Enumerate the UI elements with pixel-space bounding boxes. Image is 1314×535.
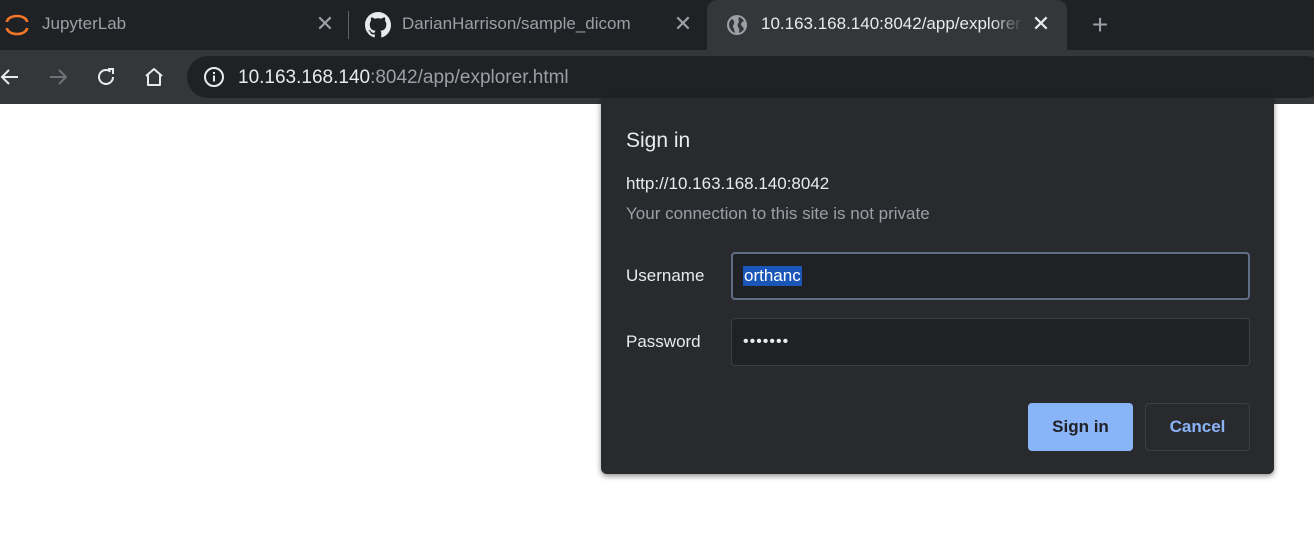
username-value: orthanc — [743, 266, 802, 286]
address-bar[interactable]: 10.163.168.140:8042/app/explorer.html — [187, 56, 1314, 98]
close-icon[interactable]: ✕ — [1031, 13, 1051, 35]
tab-github[interactable]: DarianHarrison/sample_dicom ✕ — [352, 0, 702, 50]
github-icon — [365, 12, 391, 38]
browser-toolbar: 10.163.168.140:8042/app/explorer.html — [0, 50, 1314, 104]
dialog-warning: Your connection to this site is not priv… — [626, 204, 930, 223]
back-button[interactable] — [0, 63, 24, 91]
forward-button[interactable] — [44, 63, 72, 91]
new-tab-button[interactable]: + — [1087, 11, 1113, 39]
tab-separator — [348, 11, 349, 39]
url-path: :8042/app/explorer.html — [370, 67, 569, 88]
close-icon[interactable]: ✕ — [315, 13, 335, 35]
password-value: ••••••• — [743, 333, 790, 350]
home-button[interactable] — [140, 63, 168, 91]
username-label: Username — [626, 266, 705, 285]
tab-title: 10.163.168.140:8042/app/explorer.html — [761, 14, 1023, 33]
reload-icon — [98, 68, 114, 85]
dialog-title: Sign in — [626, 129, 691, 152]
password-label: Password — [626, 332, 701, 351]
dialog-origin: http://10.163.168.140:8042 — [626, 174, 830, 193]
username-field[interactable]: orthanc — [731, 252, 1250, 300]
url-text: 10.163.168.140:8042/app/explorer.html — [238, 67, 569, 89]
tab-title: JupyterLab — [42, 14, 127, 33]
cancel-button[interactable]: Cancel — [1145, 403, 1250, 451]
url-host: 10.163.168.140 — [238, 67, 371, 88]
password-field[interactable]: ••••••• — [731, 318, 1250, 366]
globe-icon — [725, 13, 749, 37]
jupyter-icon — [4, 12, 30, 38]
close-icon[interactable]: ✕ — [673, 13, 693, 35]
tab-title: DarianHarrison/sample_dicom — [402, 14, 631, 33]
reload-button[interactable] — [92, 63, 120, 91]
arrow-left-icon — [0, 69, 18, 85]
tab-orthanc-explorer[interactable]: 10.163.168.140:8042/app/explorer.html ✕ — [707, 0, 1067, 50]
tab-strip: JupyterLab ✕ DarianHarrison/sample_dicom… — [0, 0, 1314, 50]
sign-in-dialog: Sign in http://10.163.168.140:8042 Your … — [601, 98, 1274, 474]
tab-jupyterlab[interactable]: JupyterLab ✕ — [0, 0, 345, 50]
home-icon — [145, 68, 163, 86]
info-icon[interactable] — [203, 66, 225, 88]
sign-in-button[interactable]: Sign in — [1028, 403, 1133, 451]
arrow-right-icon — [50, 69, 68, 85]
